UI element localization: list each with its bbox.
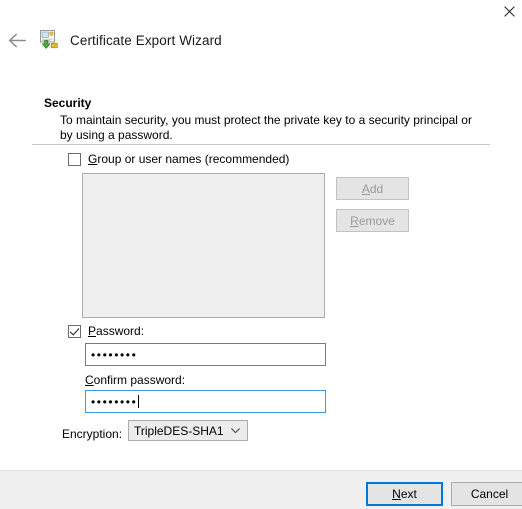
checkbox-indicator-password [68,324,81,338]
confirm-password-label: Confirm password: [85,373,185,387]
confirm-password-label-text: onfirm password: [93,373,186,387]
remove-button-label: emove [358,213,395,228]
wizard-body: Security To maintain security, you must … [0,60,522,470]
close-button[interactable] [496,0,522,22]
confirm-password-input[interactable]: •••••••• [85,390,326,413]
add-button-label: dd [369,181,384,196]
password-label-text: assword: [96,324,145,338]
wizard-header: Certificate Export Wizard [0,26,522,54]
encryption-label: Encryption: [62,427,123,441]
remove-button[interactable]: Remove [336,209,409,232]
accel-char-confirm: C [85,373,94,387]
password-input-value: •••••••• [91,347,138,362]
encryption-select[interactable]: TripleDES-SHA1 [128,420,248,441]
accel-char-next: N [392,487,401,501]
back-button[interactable] [2,27,32,53]
cancel-button[interactable]: Cancel [451,482,522,506]
chevron-down-icon [231,427,240,433]
page-title: Security [44,96,92,110]
password-checkbox[interactable]: Password: [68,324,144,338]
group-or-user-names-label: Group or user names (recommended) [88,152,289,166]
confirm-password-input-value: •••••••• [91,394,138,409]
group-or-user-names-text: roup or user names (recommended) [97,152,290,166]
accel-char-remove: R [350,213,359,228]
checkbox-indicator-group-users [68,152,81,166]
encryption-selected-value: TripleDES-SHA1 [134,423,224,438]
add-button[interactable]: Add [336,177,409,200]
window-title: Certificate Export Wizard [70,32,222,48]
back-arrow-icon [8,33,26,47]
certificate-export-icon [38,29,60,51]
next-button-label: ext [400,487,417,501]
accel-char-password: P [88,324,97,338]
accel-char-add: A [361,181,370,196]
accel-char-group: G [88,152,98,166]
next-button[interactable]: Next [366,482,443,506]
group-or-user-names-listbox[interactable] [82,173,325,318]
page-description: To maintain security, you must protect t… [60,113,472,142]
title-bar [0,0,522,22]
header-divider [32,144,490,145]
wizard-footer: Next Cancel [0,470,522,509]
text-caret [138,395,140,408]
password-checkbox-label: Password: [88,324,144,338]
password-input[interactable]: •••••••• [85,343,326,366]
group-or-user-names-checkbox[interactable]: Group or user names (recommended) [68,152,289,166]
close-icon [503,5,515,17]
